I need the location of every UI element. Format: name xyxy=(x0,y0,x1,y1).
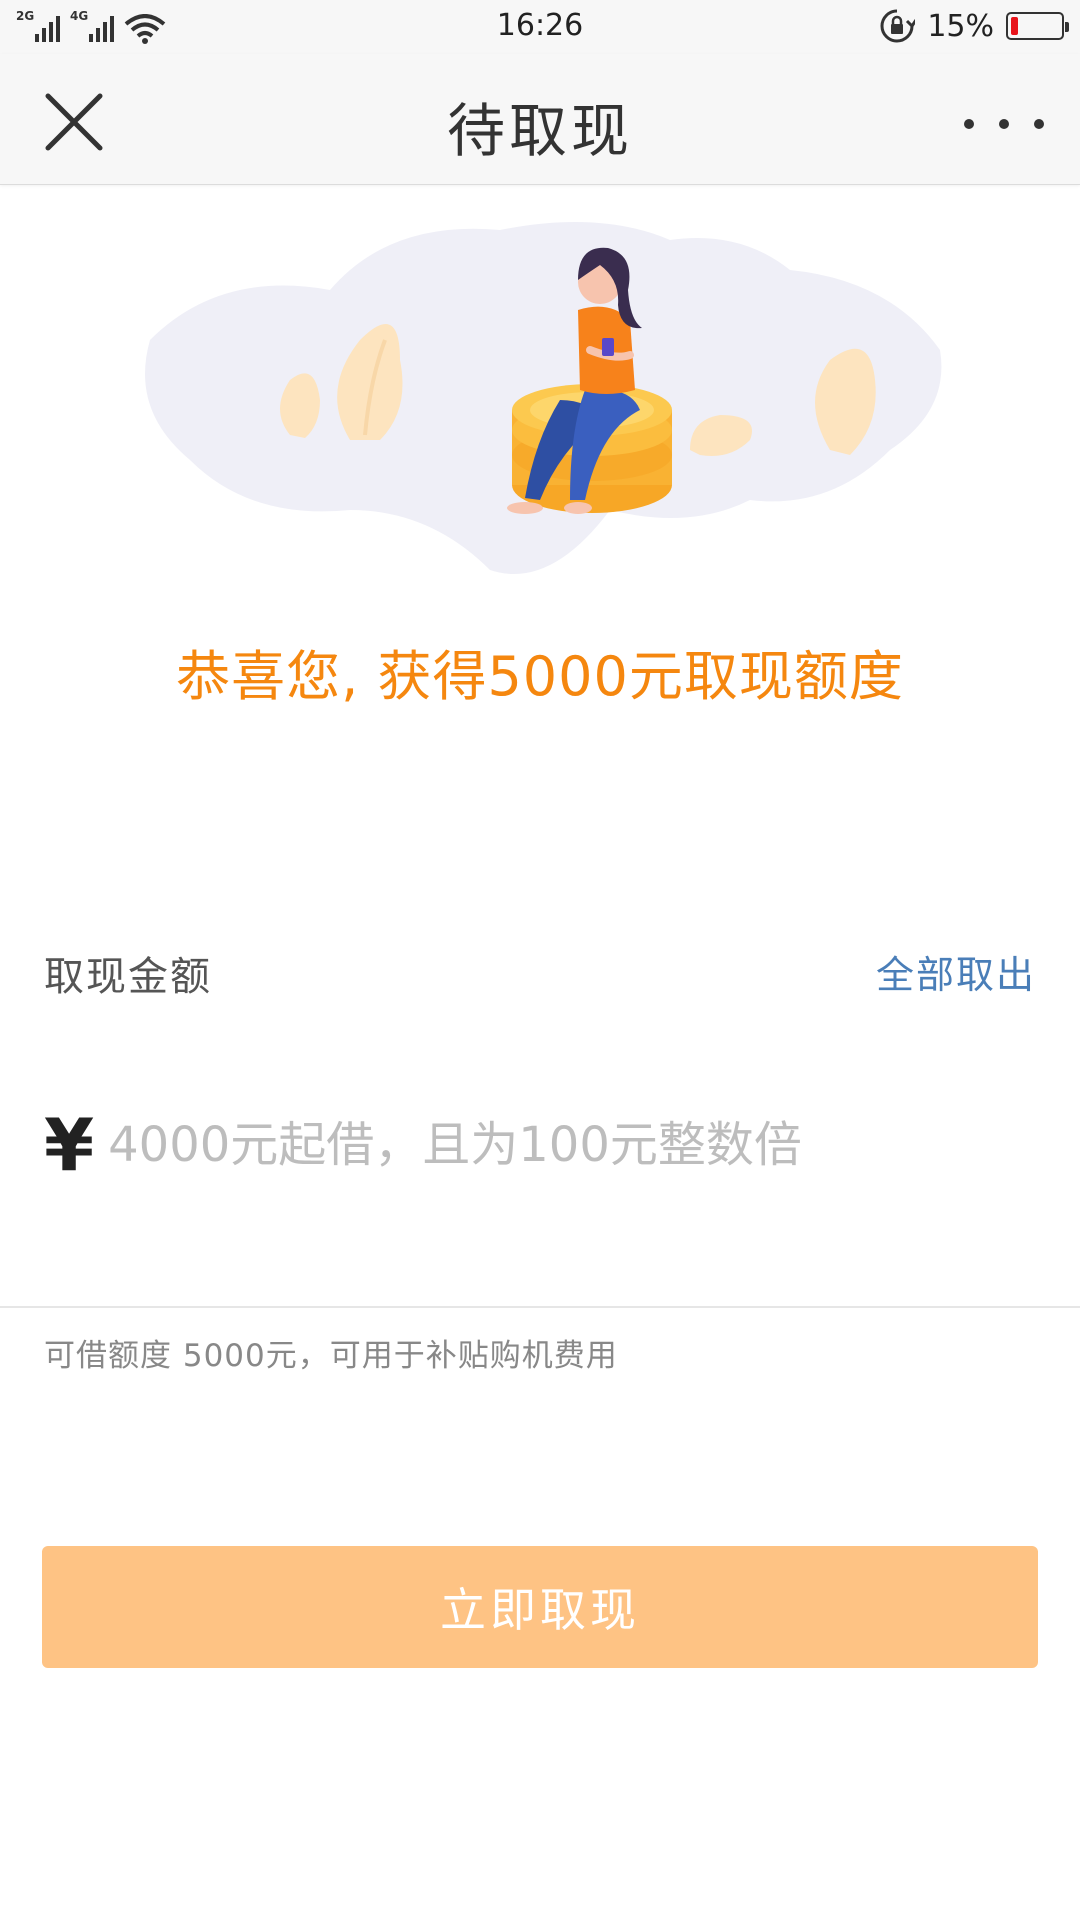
amount-input[interactable] xyxy=(108,1117,1009,1173)
credit-hint: 可借额度 5000元，可用于补贴购机费用 xyxy=(44,1338,618,1374)
rotation-lock-icon xyxy=(880,9,916,43)
nav-bar: 待取现 xyxy=(0,54,1080,185)
more-icon[interactable] xyxy=(964,104,1044,144)
amount-label: 取现金额 xyxy=(44,954,212,1000)
congrats-text: 恭喜您, 获得5000元取现额度 xyxy=(176,645,904,708)
withdraw-now-button[interactable]: 立即取现 xyxy=(42,1546,1038,1668)
battery-icon xyxy=(1006,12,1069,40)
hero-illustration xyxy=(145,222,942,574)
currency-symbol: ¥ xyxy=(44,1103,95,1187)
status-bar: 2G 4G 16:26 15% xyxy=(0,0,1080,54)
page-title: 待取现 xyxy=(446,97,633,165)
divider xyxy=(0,1306,1080,1308)
battery-level xyxy=(1011,17,1018,35)
withdraw-all-link[interactable]: 全部取出 xyxy=(876,944,1036,999)
battery-percent: 15% xyxy=(927,8,994,44)
amount-input-row: ¥ xyxy=(44,1105,1044,1185)
